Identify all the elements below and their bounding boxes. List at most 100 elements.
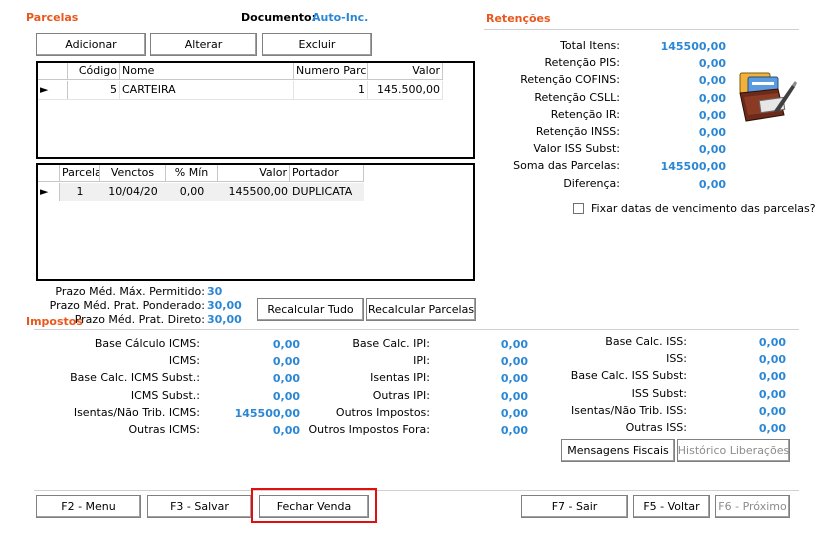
grid1-cell-nome: CARTEIRA bbox=[120, 81, 294, 99]
exit-button[interactable]: F7 - Sair bbox=[521, 495, 628, 518]
imposto-ipi-label: Outros Impostos: bbox=[335, 405, 430, 419]
save-button[interactable]: F3 - Salvar bbox=[147, 495, 252, 518]
grid2-header-valor[interactable]: Valor bbox=[218, 165, 290, 182]
impostos-title: Impostos bbox=[26, 315, 83, 328]
retencao-label: Valor ISS Subst: bbox=[533, 142, 620, 156]
retencao-value: 0,00 bbox=[698, 177, 726, 191]
fix-dates-label[interactable]: Fixar datas de vencimento das parcelas? bbox=[591, 202, 816, 215]
imposto-icms-label: ICMS Subst.: bbox=[130, 388, 200, 402]
grid2-header-portador[interactable]: Portador bbox=[290, 165, 364, 182]
prazo-max-label: Prazo Méd. Máx. Permitido: bbox=[55, 285, 205, 298]
imposto-iss-label: Outras ISS: bbox=[625, 421, 687, 434]
retencao-value: 0,00 bbox=[698, 143, 726, 157]
imposto-ipi-label: Outros Impostos Fora: bbox=[308, 423, 431, 436]
close-sale-button[interactable]: Fechar Venda bbox=[259, 495, 369, 518]
documento-label: Documento: bbox=[241, 11, 317, 24]
footer-divider bbox=[34, 490, 799, 491]
grid2-header-venctos[interactable]: Venctos bbox=[100, 165, 166, 182]
recalc-all-button[interactable]: Recalcular Tudo bbox=[257, 298, 364, 321]
parcelas-items-grid[interactable]: Código Nome Numero Parcel Valor ► 5 CART… bbox=[36, 61, 475, 159]
retencao-value: 0,00 bbox=[698, 108, 726, 122]
retencao-value: 0,00 bbox=[698, 74, 726, 88]
prazo-max-value: 30 bbox=[207, 285, 223, 298]
imposto-iss-label: ISS Subst: bbox=[631, 386, 687, 400]
grid2-cell-parcela: 1 bbox=[60, 183, 100, 201]
row-indicator-icon: ► bbox=[38, 81, 68, 99]
grid1-header-nome[interactable]: Nome bbox=[120, 63, 294, 80]
imposto-iss-value: 0,00 bbox=[758, 336, 786, 349]
historico-liberacoes-button[interactable]: Histórico Liberações bbox=[677, 439, 790, 462]
edit-button[interactable]: Alterar bbox=[150, 33, 257, 56]
documento-value: Auto-Inc. bbox=[312, 11, 369, 24]
retencao-label: Retenção INSS: bbox=[535, 125, 620, 138]
imposto-iss-label: Base Calc. ISS: bbox=[605, 335, 687, 348]
grid1-header-numero[interactable]: Numero Parcel bbox=[294, 63, 368, 80]
imposto-ipi-label: Outras IPI: bbox=[372, 388, 430, 402]
delete-button[interactable]: Excluir bbox=[262, 33, 372, 56]
grid2-cell-venctos: 10/04/20 bbox=[100, 183, 166, 201]
next-button[interactable]: F6 - Próximo bbox=[715, 495, 790, 518]
imposto-iss-value: 0,00 bbox=[758, 353, 786, 367]
imposto-iss-value: 0,00 bbox=[758, 422, 786, 435]
imposto-ipi-value: 0,00 bbox=[500, 355, 528, 369]
retencao-value: 145500,00 bbox=[660, 40, 726, 53]
grid2-cell-pct-min: 0,00 bbox=[166, 183, 218, 201]
grid-corner bbox=[38, 63, 68, 80]
imposto-iss-label: Base Calc. ISS Subst: bbox=[570, 369, 687, 383]
prazo-ponderado-label: Prazo Méd. Prat. Ponderado: bbox=[49, 299, 205, 312]
row-indicator-icon: ► bbox=[38, 183, 60, 201]
imposto-iss-value: 0,00 bbox=[758, 387, 786, 401]
imposto-icms-label: Isentas/Não Trib. ICMS: bbox=[73, 405, 200, 419]
impostos-divider bbox=[34, 329, 799, 330]
imposto-ipi-label: Base Calc. IPI: bbox=[352, 337, 430, 350]
row-divider bbox=[38, 99, 443, 100]
back-button[interactable]: F5 - Voltar bbox=[633, 495, 710, 518]
imposto-iss-value: 0,00 bbox=[758, 404, 786, 418]
retencao-label: Total Itens: bbox=[560, 39, 620, 52]
grid2-header-pct-min[interactable]: % Mín bbox=[166, 165, 218, 182]
retencao-label: Soma das Parcelas: bbox=[513, 159, 620, 173]
grid1-header-codigo[interactable]: Código bbox=[68, 63, 120, 80]
retencoes-title: Retenções bbox=[486, 12, 551, 25]
grid1-cell-numero: 1 bbox=[294, 81, 368, 99]
retencao-label: Retenção PIS: bbox=[544, 56, 620, 70]
parcelas-title: Parcelas bbox=[26, 11, 79, 24]
retencao-value: 145500,00 bbox=[660, 160, 726, 174]
wallet-cards-icon bbox=[734, 71, 798, 127]
imposto-ipi-value: 0,00 bbox=[500, 389, 528, 403]
grid1-cell-codigo: 5 bbox=[68, 81, 120, 99]
retencao-value: 0,00 bbox=[698, 91, 726, 105]
grid2-header-parcela[interactable]: Parcela bbox=[60, 165, 100, 182]
retencao-value: 0,00 bbox=[698, 57, 726, 71]
retencao-label: Retenção COFINS: bbox=[520, 73, 620, 87]
imposto-ipi-value: 0,00 bbox=[500, 372, 528, 386]
imposto-ipi-value: 0,00 bbox=[500, 424, 528, 437]
imposto-iss-label: ISS: bbox=[666, 352, 687, 366]
retencao-label: Retenção CSLL: bbox=[534, 90, 620, 104]
imposto-ipi-label: Isentas IPI: bbox=[370, 371, 430, 385]
imposto-ipi-value: 0,00 bbox=[500, 406, 528, 420]
recalc-parcelas-button[interactable]: Recalcular Parcelas bbox=[366, 298, 476, 321]
retencao-label: Diferença: bbox=[563, 176, 620, 190]
imposto-iss-value: 0,00 bbox=[758, 370, 786, 384]
imposto-ipi-label: IPI: bbox=[413, 354, 430, 368]
grid1-header-valor[interactable]: Valor bbox=[368, 63, 443, 80]
grid2-cell-portador: DUPLICATA bbox=[290, 183, 364, 201]
imposto-icms-label: Base Cálculo ICMS: bbox=[94, 337, 200, 350]
imposto-ipi-value: 0,00 bbox=[500, 338, 528, 351]
imposto-icms-label: Base Calc. ICMS Subst.: bbox=[70, 371, 200, 385]
fix-dates-checkbox[interactable] bbox=[573, 203, 584, 214]
imposto-icms-label: ICMS: bbox=[168, 354, 200, 368]
parcelas-vencimentos-grid[interactable]: Parcela Venctos % Mín Valor Portador ► 1… bbox=[36, 163, 475, 281]
retencao-label: Retenção IR: bbox=[550, 107, 620, 121]
add-button[interactable]: Adicionar bbox=[36, 33, 146, 56]
imposto-icms-label: Outras ICMS: bbox=[128, 423, 200, 436]
menu-button[interactable]: F2 - Menu bbox=[36, 495, 141, 518]
mensagens-fiscais-button[interactable]: Mensagens Fiscais bbox=[561, 439, 675, 462]
prazo-direto-value: 30,00 bbox=[207, 313, 242, 326]
retencao-value: 0,00 bbox=[698, 126, 726, 139]
grid1-cell-valor: 145.500,00 bbox=[368, 81, 443, 99]
imposto-iss-label: Isentas/Não Trib. ISS: bbox=[571, 403, 687, 417]
grid-corner bbox=[38, 165, 60, 182]
prazo-ponderado-value: 30,00 bbox=[207, 299, 242, 312]
